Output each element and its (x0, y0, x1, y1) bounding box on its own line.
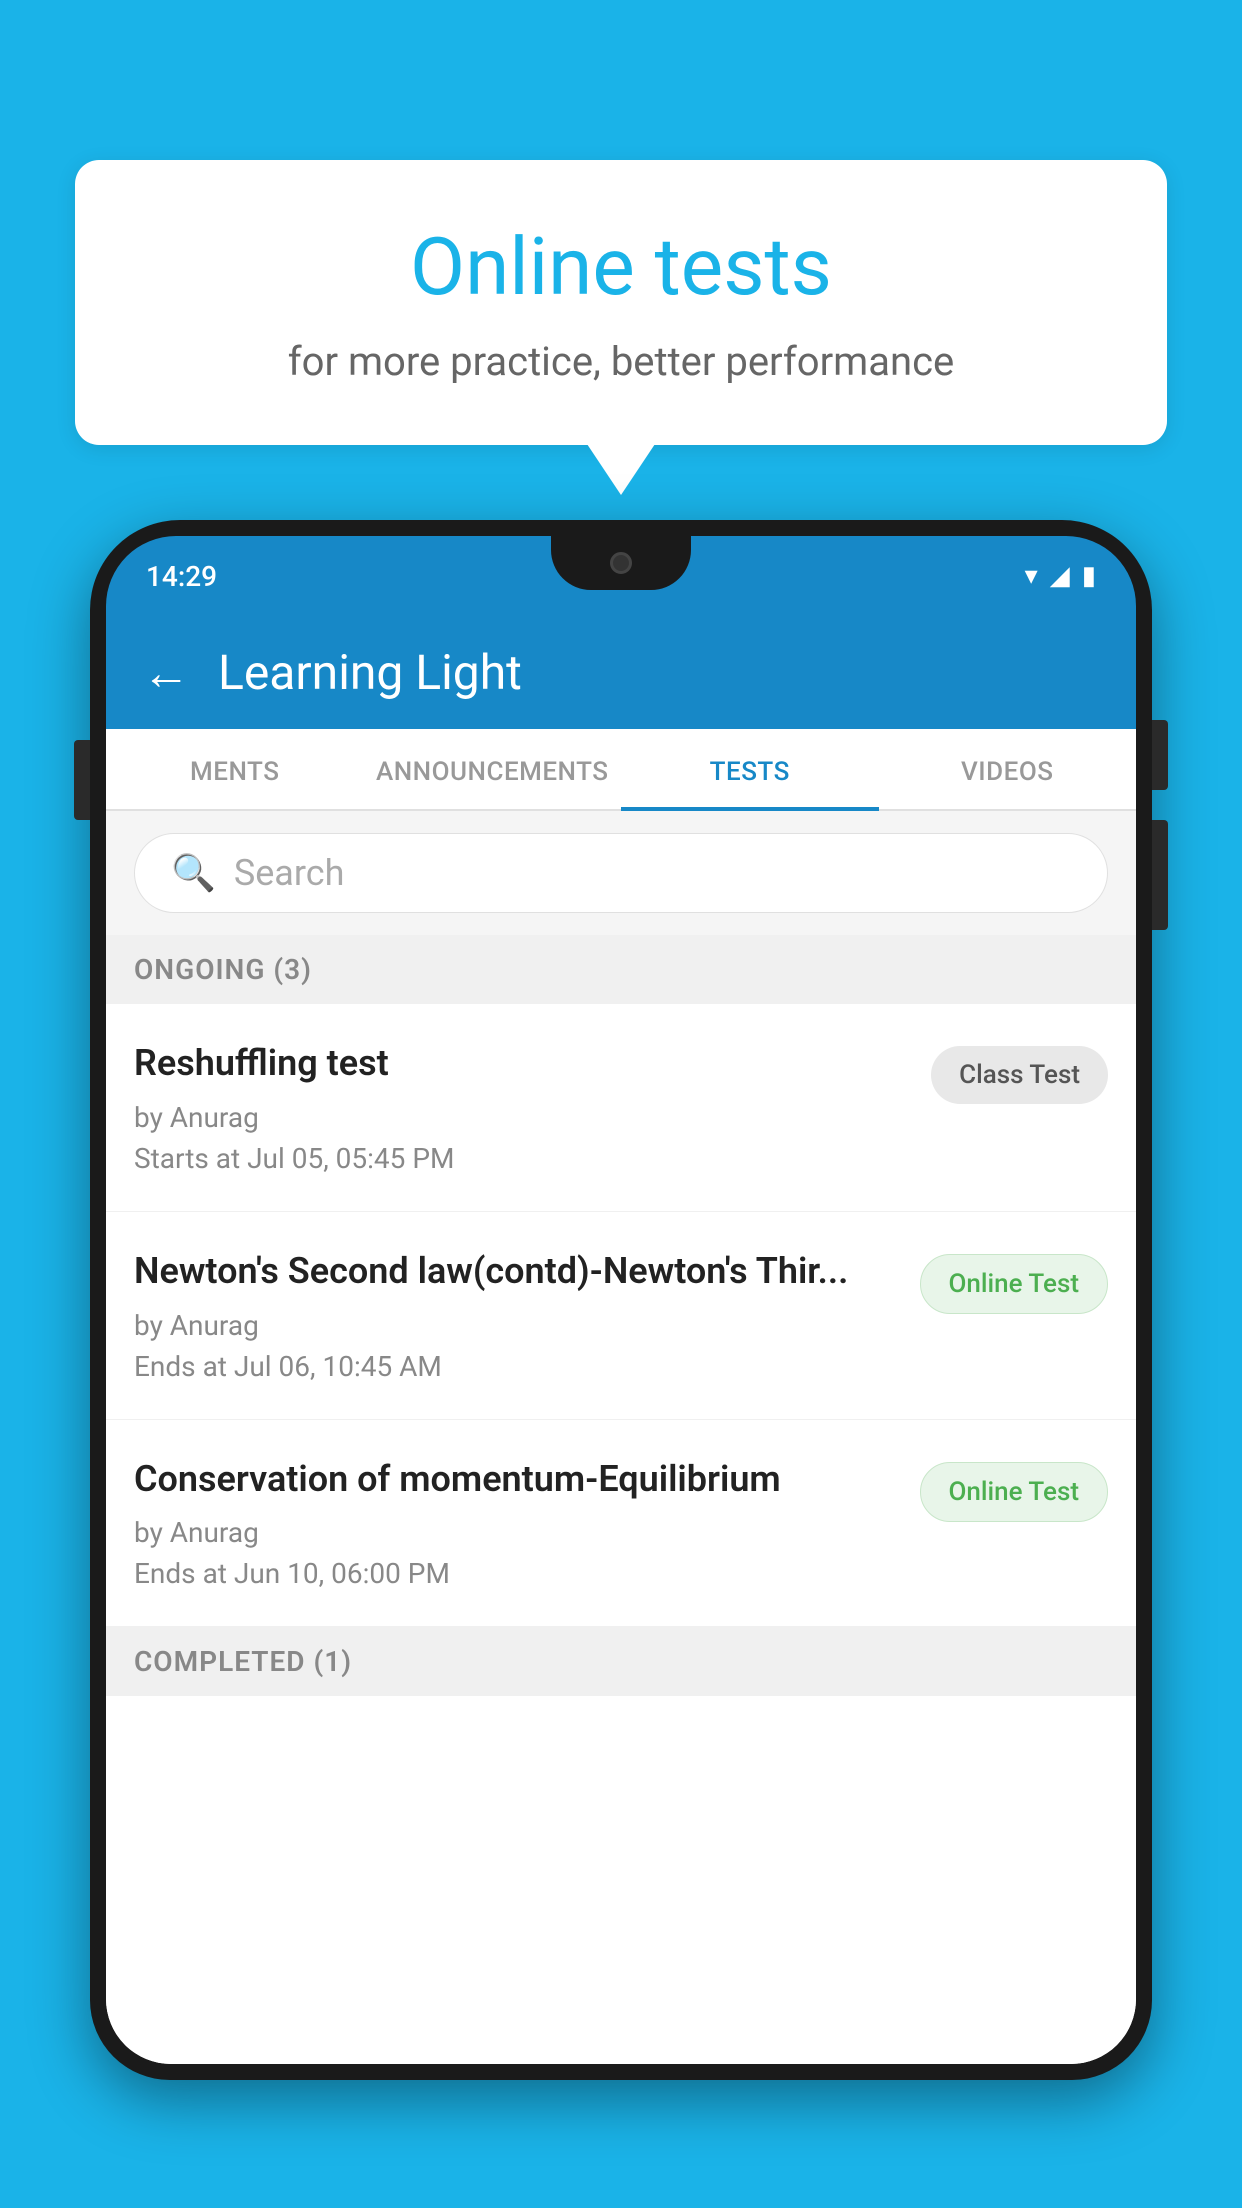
notch (551, 536, 691, 590)
completed-section-header: COMPLETED (1) (106, 1627, 1136, 1696)
test-badge-1: Class Test (931, 1046, 1108, 1104)
test-badge-3: Online Test (920, 1462, 1109, 1522)
ongoing-section-header: ONGOING (3) (106, 935, 1136, 1004)
back-button[interactable]: ← (142, 644, 190, 701)
search-container: 🔍 Search (106, 811, 1136, 935)
test-name-3: Conservation of momentum-Equilibrium (134, 1456, 900, 1503)
test-item-3[interactable]: Conservation of momentum-Equilibrium by … (106, 1420, 1136, 1628)
test-name-2: Newton's Second law(contd)-Newton's Thir… (134, 1248, 900, 1295)
test-date-1: Starts at Jul 05, 05:45 PM (134, 1142, 911, 1175)
phone-outer: 14:29 ▾ ◢ ▮ ← Learning Light (90, 520, 1152, 2080)
side-button-left (74, 740, 90, 820)
phone-screen: ← Learning Light MENTS ANNOUNCEMENTS TES… (106, 616, 1136, 2064)
tab-bar: MENTS ANNOUNCEMENTS TESTS VIDEOS (106, 729, 1136, 811)
test-info-2: Newton's Second law(contd)-Newton's Thir… (134, 1248, 920, 1383)
status-time: 14:29 (146, 560, 217, 593)
test-by-2: by Anurag (134, 1309, 900, 1342)
camera-cutout (610, 552, 632, 574)
app-title: Learning Light (218, 644, 522, 701)
test-by-1: by Anurag (134, 1101, 911, 1134)
test-item-1[interactable]: Reshuffling test by Anurag Starts at Jul… (106, 1004, 1136, 1212)
test-by-3: by Anurag (134, 1516, 900, 1549)
test-badge-2: Online Test (920, 1254, 1109, 1314)
status-icons: ▾ ◢ ▮ (1025, 561, 1096, 591)
test-item-2[interactable]: Newton's Second law(contd)-Newton's Thir… (106, 1212, 1136, 1420)
side-button-volume (1152, 720, 1168, 790)
wifi-icon: ▾ (1025, 561, 1038, 591)
test-list: Reshuffling test by Anurag Starts at Jul… (106, 1004, 1136, 2064)
tab-tests[interactable]: TESTS (621, 729, 879, 809)
speech-bubble-area: Online tests for more practice, better p… (75, 160, 1167, 445)
test-info-3: Conservation of momentum-Equilibrium by … (134, 1456, 920, 1591)
tab-ments[interactable]: MENTS (106, 729, 364, 809)
tab-announcements[interactable]: ANNOUNCEMENTS (364, 729, 622, 809)
test-name-1: Reshuffling test (134, 1040, 911, 1087)
test-date-2: Ends at Jul 06, 10:45 AM (134, 1350, 900, 1383)
phone-container: 14:29 ▾ ◢ ▮ ← Learning Light (90, 520, 1152, 2208)
speech-bubble: Online tests for more practice, better p… (75, 160, 1167, 445)
search-bar[interactable]: 🔍 Search (134, 833, 1108, 913)
tab-videos[interactable]: VIDEOS (879, 729, 1137, 809)
status-bar: 14:29 ▾ ◢ ▮ (106, 536, 1136, 616)
battery-icon: ▮ (1082, 561, 1096, 591)
side-button-power (1152, 820, 1168, 930)
search-icon: 🔍 (171, 852, 216, 894)
test-date-3: Ends at Jun 10, 06:00 PM (134, 1557, 900, 1590)
search-placeholder: Search (234, 852, 345, 894)
bubble-subtitle: for more practice, better performance (155, 338, 1087, 385)
app-header: ← Learning Light (106, 616, 1136, 729)
test-info-1: Reshuffling test by Anurag Starts at Jul… (134, 1040, 931, 1175)
signal-icon: ◢ (1050, 561, 1070, 591)
bubble-title: Online tests (155, 220, 1087, 314)
